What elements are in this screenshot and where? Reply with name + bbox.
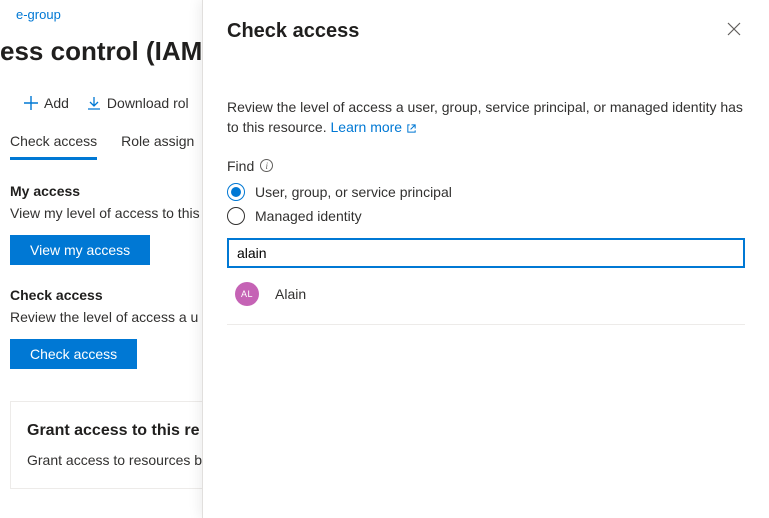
view-my-access-button[interactable]: View my access (10, 235, 150, 265)
panel-description-text: Review the level of access a user, group… (227, 99, 743, 135)
info-icon[interactable]: i (260, 159, 273, 172)
result-divider (227, 324, 745, 325)
radio-icon (227, 207, 245, 225)
avatar: AL (235, 282, 259, 306)
panel-title: Check access (227, 20, 359, 43)
learn-more-label: Learn more (331, 119, 403, 135)
add-button[interactable]: Add (24, 95, 69, 111)
result-name: Alain (275, 286, 306, 302)
tab-check-access[interactable]: Check access (10, 133, 97, 160)
external-link-icon (406, 123, 417, 134)
plus-icon (24, 96, 38, 110)
panel-header: Check access (227, 18, 745, 45)
learn-more-link[interactable]: Learn more (331, 119, 417, 135)
breadcrumb-link[interactable]: e-group (16, 7, 61, 22)
radio-managed-identity[interactable]: Managed identity (227, 204, 745, 228)
panel-description: Review the level of access a user, group… (227, 97, 745, 138)
radio-user-group[interactable]: User, group, or service principal (227, 180, 745, 204)
check-access-panel: Check access Review the level of access … (202, 0, 769, 518)
check-access-button[interactable]: Check access (10, 339, 137, 369)
download-icon (87, 96, 101, 110)
download-label: Download rol (107, 95, 189, 111)
close-icon[interactable] (723, 18, 745, 45)
find-radio-group: User, group, or service principal Manage… (227, 180, 745, 228)
download-button[interactable]: Download rol (87, 95, 189, 111)
tab-role-assign[interactable]: Role assign (121, 133, 194, 160)
radio-user-label: User, group, or service principal (255, 184, 452, 200)
radio-icon (227, 183, 245, 201)
add-label: Add (44, 95, 69, 111)
search-result-row[interactable]: AL Alain (227, 268, 745, 320)
search-input[interactable] (227, 238, 745, 268)
radio-managed-label: Managed identity (255, 208, 362, 224)
find-label: Find i (227, 158, 745, 174)
find-label-text: Find (227, 158, 254, 174)
